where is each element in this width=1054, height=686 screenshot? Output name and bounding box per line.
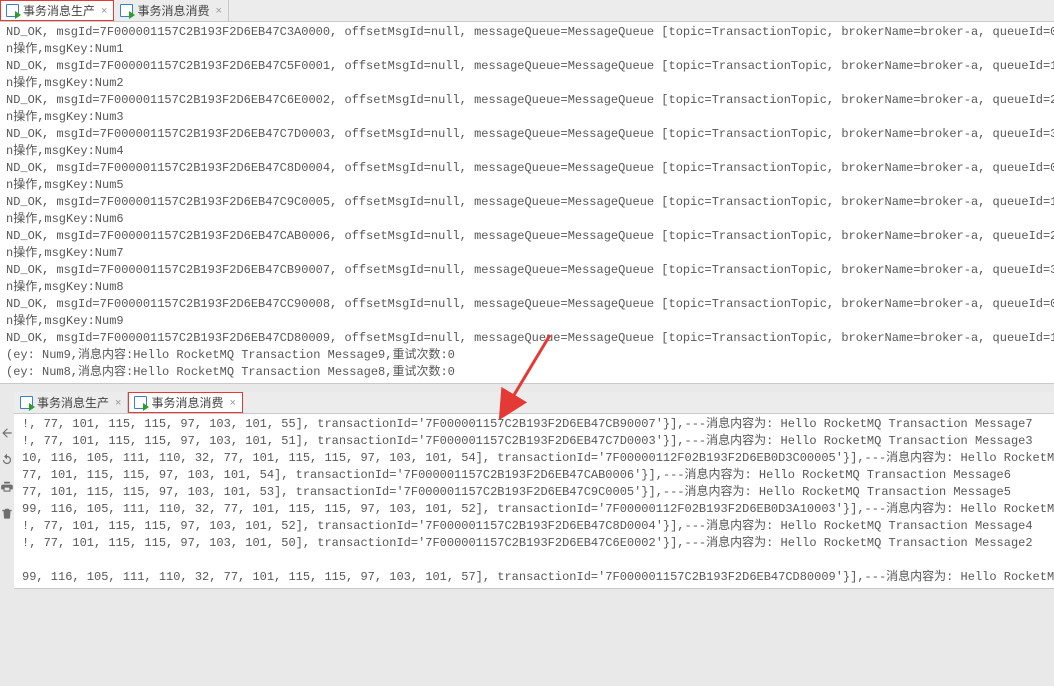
- console-line: ND_OK, msgId=7F000001157C2B193F2D6EB47C6…: [2, 92, 1054, 109]
- pane-producer: 事务消息生产 × 事务消息消费 × ▾ ND_OK, msgId=7F00000…: [0, 0, 1054, 384]
- console-line: n操作,msgKey:Num9: [2, 313, 1054, 330]
- close-icon[interactable]: ×: [101, 5, 107, 17]
- console-line: [16, 552, 1054, 569]
- tab-consumer[interactable]: 事务消息消费 ×: [114, 0, 228, 21]
- console-line: ND_OK, msgId=7F000001157C2B193F2D6EB47C7…: [2, 126, 1054, 143]
- close-icon[interactable]: ×: [115, 397, 121, 409]
- console-line: n操作,msgKey:Num3: [2, 109, 1054, 126]
- left-gutter-tools: [0, 392, 14, 589]
- tool-return[interactable]: [0, 426, 14, 443]
- console-line: 77, 101, 115, 115, 97, 103, 101, 54], tr…: [16, 467, 1054, 484]
- console-line: ND_OK, msgId=7F000001157C2B193F2D6EB47C9…: [2, 194, 1054, 211]
- consumer-console[interactable]: !, 77, 101, 115, 115, 97, 103, 101, 55],…: [14, 414, 1054, 589]
- tab-producer-label: 事务消息生产: [37, 394, 109, 411]
- pane-divider[interactable]: [0, 384, 1054, 392]
- close-icon[interactable]: ×: [229, 397, 235, 409]
- console-line: !, 77, 101, 115, 115, 97, 103, 101, 50],…: [16, 535, 1054, 552]
- run-config-icon: [6, 4, 19, 17]
- run-config-icon: [120, 4, 133, 17]
- console-line: ND_OK, msgId=7F000001157C2B193F2D6EB47CA…: [2, 228, 1054, 245]
- tab-producer-label: 事务消息生产: [23, 2, 95, 19]
- printer-icon[interactable]: [0, 480, 14, 497]
- console-line: n操作,msgKey:Num8: [2, 279, 1054, 296]
- console-line: 99, 116, 105, 111, 110, 32, 77, 101, 115…: [16, 569, 1054, 586]
- console-line: n操作,msgKey:Num1: [2, 41, 1054, 58]
- run-config-icon: [134, 396, 147, 409]
- console-line: n操作,msgKey:Num6: [2, 211, 1054, 228]
- producer-tab-strip: 事务消息生产 × 事务消息消费 × ▾: [0, 0, 1054, 22]
- tab-consumer[interactable]: 事务消息消费 ×: [128, 392, 242, 413]
- console-line: ND_OK, msgId=7F000001157C2B193F2D6EB47CC…: [2, 296, 1054, 313]
- console-line: 10, 116, 105, 111, 110, 32, 77, 101, 115…: [16, 450, 1054, 467]
- console-line: ND_OK, msgId=7F000001157C2B193F2D6EB47CD…: [2, 330, 1054, 347]
- tool-rerun[interactable]: [0, 453, 14, 470]
- console-line: ND_OK, msgId=7F000001157C2B193F2D6EB47C5…: [2, 58, 1054, 75]
- consumer-tab-strip: 事务消息生产 × 事务消息消费 × ▾: [14, 392, 1054, 414]
- console-line: n操作,msgKey:Num2: [2, 75, 1054, 92]
- console-line: !, 77, 101, 115, 115, 97, 103, 101, 52],…: [16, 518, 1054, 535]
- tab-producer[interactable]: 事务消息生产 ×: [14, 392, 128, 413]
- trash-icon[interactable]: [0, 507, 14, 524]
- pane-consumer-body: 事务消息生产 × 事务消息消费 × ▾ !, 77, 101, 115, 115…: [14, 392, 1054, 589]
- console-line: ND_OK, msgId=7F000001157C2B193F2D6EB47CB…: [2, 262, 1054, 279]
- console-line: !, 77, 101, 115, 115, 97, 103, 101, 51],…: [16, 433, 1054, 450]
- console-line: ND_OK, msgId=7F000001157C2B193F2D6EB47C8…: [2, 160, 1054, 177]
- tab-consumer-label: 事务消息消费: [137, 2, 209, 19]
- console-line: (ey: Num9,消息内容:Hello RocketMQ Transactio…: [2, 347, 1054, 364]
- run-config-icon: [20, 396, 33, 409]
- producer-console[interactable]: ND_OK, msgId=7F000001157C2B193F2D6EB47C3…: [0, 22, 1054, 384]
- console-line: 77, 101, 115, 115, 97, 103, 101, 53], tr…: [16, 484, 1054, 501]
- console-line: n操作,msgKey:Num5: [2, 177, 1054, 194]
- console-line: (ey: Num8,消息内容:Hello RocketMQ Transactio…: [2, 364, 1054, 381]
- close-icon[interactable]: ×: [215, 5, 221, 17]
- pane-producer-body: 事务消息生产 × 事务消息消费 × ▾ ND_OK, msgId=7F00000…: [0, 0, 1054, 384]
- console-line: !, 77, 101, 115, 115, 97, 103, 101, 55],…: [16, 416, 1054, 433]
- tab-producer[interactable]: 事务消息生产 ×: [0, 0, 114, 21]
- console-line: ND_OK, msgId=7F000001157C2B193F2D6EB47C3…: [2, 24, 1054, 41]
- tab-consumer-label: 事务消息消费: [151, 394, 223, 411]
- console-line: 99, 116, 105, 111, 110, 32, 77, 101, 115…: [16, 501, 1054, 518]
- console-line: n操作,msgKey:Num7: [2, 245, 1054, 262]
- console-line: n操作,msgKey:Num4: [2, 143, 1054, 160]
- pane-consumer: 事务消息生产 × 事务消息消费 × ▾ !, 77, 101, 115, 115…: [0, 392, 1054, 589]
